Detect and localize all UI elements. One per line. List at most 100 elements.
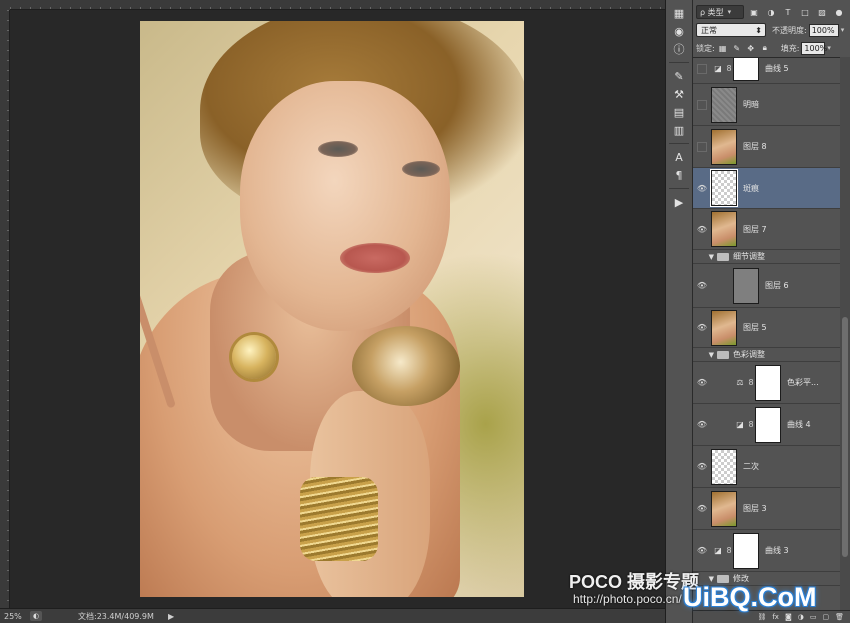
layer-name: 曲线 3: [765, 546, 789, 555]
layer-mask-thumbnail[interactable]: [733, 58, 759, 81]
status-menu-arrow-icon[interactable]: ▶: [168, 612, 178, 621]
lock-all-icon[interactable]: 🔒︎: [759, 42, 771, 54]
layer-name: 图层 3: [743, 504, 767, 513]
filter-toggle-icon[interactable]: ●: [832, 6, 846, 18]
layer-row[interactable]: 👁︎ 图层 3: [693, 488, 840, 530]
fill-label: 填充:: [780, 43, 800, 53]
layer-thumbnail[interactable]: [711, 86, 737, 123]
hidden-box-icon: [697, 63, 707, 74]
layer-mask-thumbnail[interactable]: [733, 532, 759, 569]
visibility-toggle[interactable]: [693, 126, 711, 167]
eye-icon[interactable]: 👁︎: [693, 446, 711, 487]
layer-row-selected[interactable]: 👁︎ 斑痕: [693, 168, 840, 209]
layer-thumbnail[interactable]: [711, 490, 737, 527]
layer-thumbnail[interactable]: [711, 128, 737, 165]
layer-name: 斑痕: [743, 183, 759, 193]
visibility-toggle[interactable]: [693, 84, 711, 125]
eye-icon[interactable]: 👁︎: [693, 168, 711, 208]
scrollbar-thumb[interactable]: [842, 317, 848, 557]
document-canvas[interactable]: [10, 10, 665, 608]
blend-mode-value: 正常: [701, 25, 717, 35]
link-icon: 8: [726, 546, 732, 555]
layer-name: 图层 8: [743, 142, 767, 151]
layer-row[interactable]: 👁︎ 图层 7: [693, 209, 840, 250]
tool-presets-icon[interactable]: ▥: [669, 121, 689, 139]
filter-smart-icon[interactable]: ▨: [815, 6, 829, 18]
layer-group-row[interactable]: ▼ 细节调整: [693, 250, 840, 264]
vertical-ruler[interactable]: [0, 10, 10, 608]
photoshop-window: 25% ◐ 文档:23.4M/409.9M ▶ ▦ ◉ ⓘ ✎ ⚒ ▤ ▥ A …: [0, 0, 850, 623]
layer-row[interactable]: 👁︎ 图层 6: [693, 264, 840, 308]
group-name: 色彩调整: [733, 350, 765, 359]
lock-transparent-icon[interactable]: ▦: [717, 42, 729, 54]
layer-name: 二次: [743, 462, 759, 471]
eye-icon[interactable]: 👁︎: [693, 404, 711, 445]
layer-thumbnail[interactable]: [711, 211, 737, 247]
filter-shape-icon[interactable]: □: [798, 6, 812, 18]
adjustments-icon[interactable]: ▤: [669, 103, 689, 121]
status-info-icon[interactable]: ◐: [30, 611, 42, 621]
eye-icon[interactable]: 👁︎: [693, 530, 711, 571]
eye-icon[interactable]: 👁︎: [693, 308, 711, 347]
document-info: 文档:23.4M/409.9M: [78, 611, 154, 621]
strip-divider: [669, 62, 689, 63]
character-icon[interactable]: A: [669, 148, 689, 166]
clone-source-icon[interactable]: ⚒: [669, 85, 689, 103]
eye-icon[interactable]: 👁︎: [693, 488, 711, 529]
brush-preset-icon[interactable]: ✎: [669, 67, 689, 85]
layer-group-row[interactable]: ▼ 色彩调整: [693, 348, 840, 362]
filter-pixel-icon[interactable]: ▣: [747, 6, 761, 18]
layer-thumbnail[interactable]: [711, 170, 737, 206]
layer-row[interactable]: 👁︎ 二次: [693, 446, 840, 488]
lock-position-icon[interactable]: ✥: [745, 42, 757, 54]
paragraph-icon[interactable]: ¶: [669, 166, 689, 184]
layer-name: 图层 7: [743, 224, 767, 234]
watermark-site: UiBQ.CoM: [683, 582, 817, 612]
horizontal-ruler[interactable]: [10, 0, 665, 10]
layer-filter-select[interactable]: ρ 类型 ▾: [696, 5, 744, 19]
layer-row[interactable]: 👁︎ ◪ 8 曲线 4: [693, 404, 840, 446]
history-icon[interactable]: ▦: [669, 4, 689, 22]
photo-bangles: [300, 477, 378, 561]
portrait-photo[interactable]: [140, 21, 524, 597]
layer-row[interactable]: ◪ 8 曲线 5: [693, 58, 840, 84]
chevron-down-icon: ▾: [727, 8, 732, 16]
expand-triangle-icon[interactable]: ▼: [693, 253, 717, 261]
fill-field[interactable]: 100%: [801, 41, 827, 55]
layer-thumbnail[interactable]: [711, 448, 737, 485]
lock-pixels-icon[interactable]: ✎: [731, 42, 743, 54]
opacity-field[interactable]: 100%: [808, 23, 839, 37]
layer-row[interactable]: 👁︎ ⚖ 8 色彩平...: [693, 362, 840, 404]
info-icon[interactable]: ⓘ: [669, 40, 689, 58]
fill-dropdown-icon[interactable]: ▾: [827, 44, 831, 52]
eye-icon[interactable]: 👁︎: [693, 264, 711, 307]
play-action-icon[interactable]: ▶: [669, 193, 689, 211]
expand-triangle-icon[interactable]: ▼: [693, 351, 717, 359]
layer-mask-thumbnail[interactable]: [755, 406, 781, 443]
layer-mask-thumbnail[interactable]: [755, 364, 781, 401]
link-icon: 8: [748, 420, 754, 429]
eye-icon[interactable]: 👁︎: [693, 209, 711, 249]
visibility-toggle[interactable]: [693, 58, 711, 83]
filter-adjustment-icon[interactable]: ◑: [764, 6, 778, 18]
blend-mode-select[interactable]: 正常 ⬍: [696, 23, 766, 37]
filter-type-icon[interactable]: T: [781, 6, 795, 18]
lock-row: 锁定: ▦ ✎ ✥ 🔒︎ 填充: 100% ▾: [693, 40, 850, 56]
layers-scrollbar[interactable]: [840, 57, 850, 610]
panel-icon-strip: ▦ ◉ ⓘ ✎ ⚒ ▤ ▥ A ¶ ▶: [665, 0, 693, 623]
opacity-dropdown-icon[interactable]: ▾: [841, 26, 845, 34]
opacity-label: 不透明度:: [772, 25, 807, 35]
folder-icon: [717, 252, 729, 261]
layer-thumbnail[interactable]: [733, 267, 759, 304]
layer-row[interactable]: 明暗: [693, 84, 840, 126]
layer-thumbnail[interactable]: [711, 309, 737, 346]
eye-icon[interactable]: 👁︎: [693, 362, 711, 403]
ruler-corner: [0, 0, 10, 10]
color-icon[interactable]: ◉: [669, 22, 689, 40]
photo-ring-small: [232, 335, 276, 379]
layer-row[interactable]: 图层 8: [693, 126, 840, 168]
layer-row[interactable]: 👁︎ 图层 5: [693, 308, 840, 348]
photo-lips: [340, 243, 410, 273]
layer-list[interactable]: ◪ 8 曲线 5 明暗 图层 8 👁︎ 斑痕 👁︎ 图层 7 ▼ 细节调整 👁︎…: [693, 57, 840, 610]
zoom-level[interactable]: 25%: [0, 612, 28, 621]
